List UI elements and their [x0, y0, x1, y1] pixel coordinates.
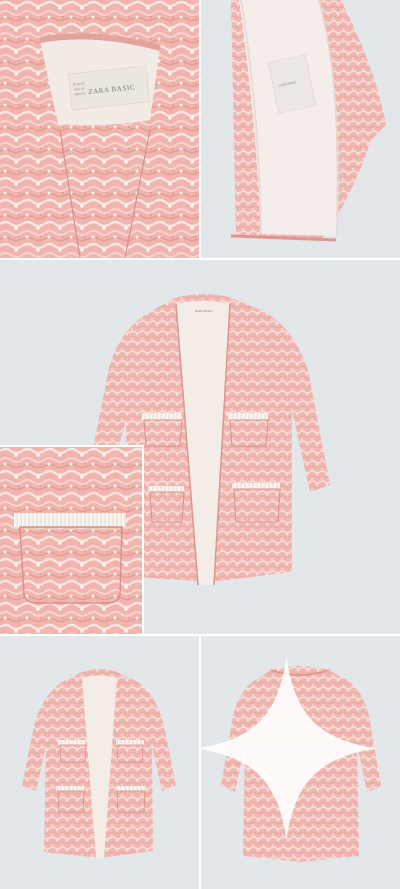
coat-tag-brand: ZARA BASIC	[195, 309, 214, 313]
garment-label: ZARA BASIC EUR XS USA XS MEX 24	[67, 65, 150, 111]
coat-back-photo	[201, 636, 400, 889]
coat-front-small-photo	[0, 636, 199, 889]
pocket-closeup-image	[0, 447, 142, 634]
lining-closeup-photo: ZARA BASIC	[201, 0, 400, 258]
neck-closeup-photo: ZARA BASIC EUR XS USA XS MEX 24	[0, 0, 199, 258]
sparkle-icon	[201, 657, 378, 840]
coat-front-small-image	[0, 636, 199, 889]
lining-closeup-image: ZARA BASIC	[201, 0, 400, 258]
neck-closeup-image: ZARA BASIC EUR XS USA XS MEX 24	[0, 0, 199, 258]
pocket-closeup-photo	[0, 445, 144, 634]
